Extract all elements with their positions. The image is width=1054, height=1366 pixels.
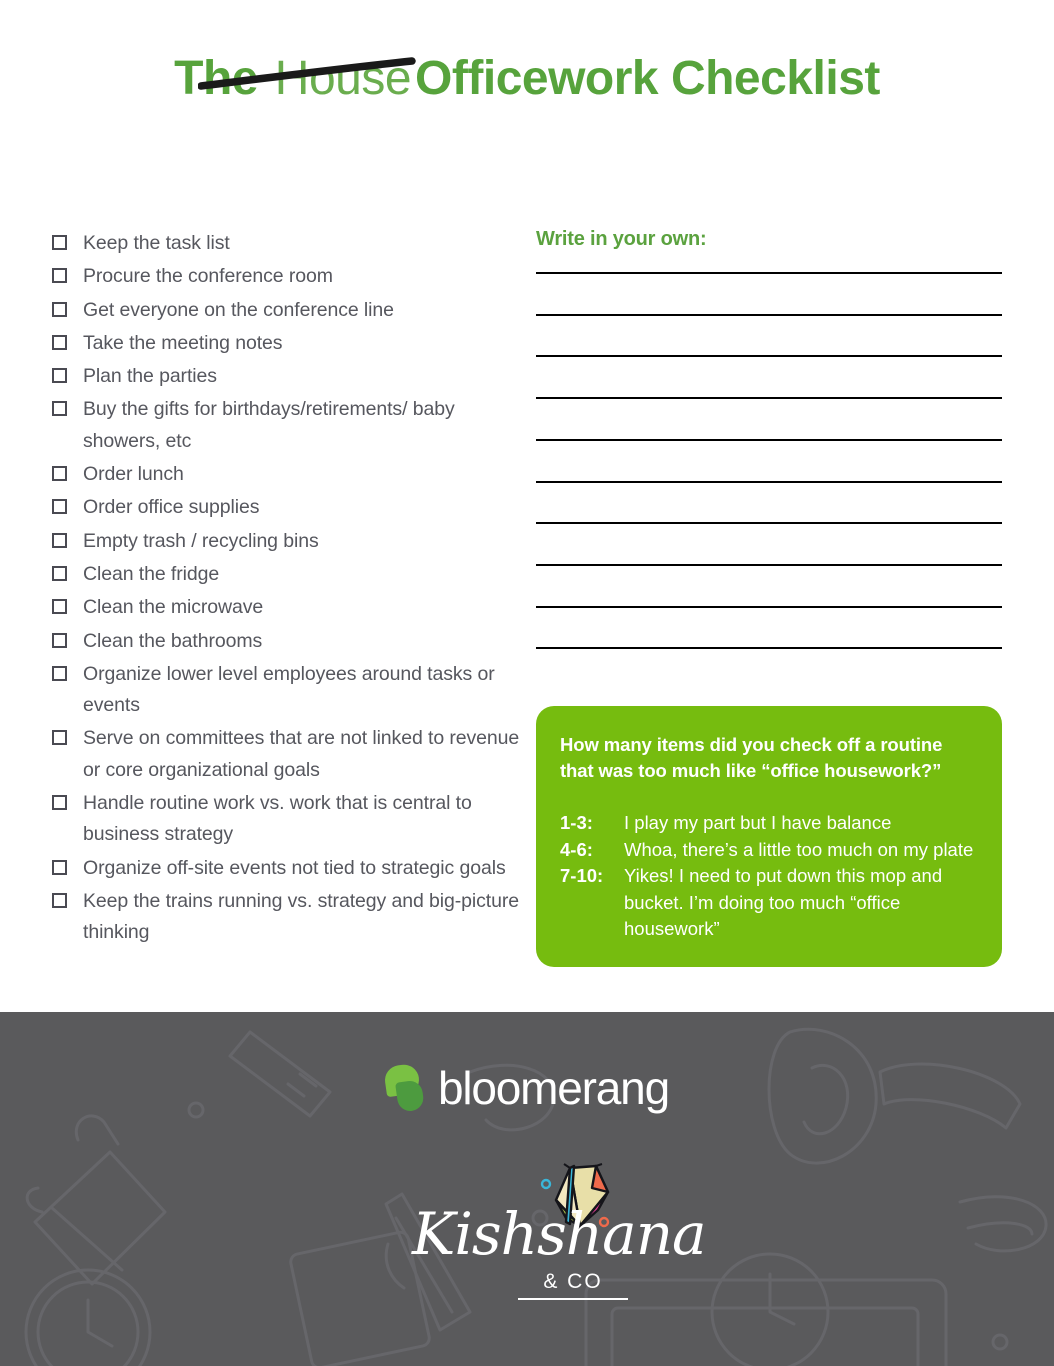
kishshana-logo: Kishshana & CO — [0, 1162, 1054, 1307]
score-range: 4-6: — [560, 838, 593, 860]
checklist-item-label: Empty trash / recycling bins — [83, 529, 319, 552]
main-content: Keep the task list Procure the conference… — [0, 228, 1054, 988]
checkbox-icon[interactable] — [52, 795, 67, 811]
checklist: Keep the task list Procure the conference… — [52, 228, 522, 951]
checklist-item[interactable]: Plan the parties — [52, 361, 522, 392]
checklist-item[interactable]: Handle routine work vs. work that is cen… — [52, 788, 522, 851]
checklist-item[interactable]: Keep the task list — [52, 228, 522, 259]
checklist-item-label: Order lunch — [83, 463, 184, 486]
title-prefix: The — [174, 52, 271, 105]
checklist-item-label: Organize off-site events not tied to str… — [83, 856, 506, 879]
page-title: The HouseOfficework Checklist — [174, 48, 880, 110]
checklist-item-label: Keep the task list — [83, 232, 230, 254]
checklist-item-label: Clean the fridge — [83, 562, 220, 585]
checklist-item-label: Get everyone on the conference line — [83, 298, 394, 321]
page-header: The HouseOfficework Checklist — [0, 48, 1054, 110]
kishshana-script: Kishshana — [412, 1200, 707, 1268]
checkbox-icon[interactable] — [52, 599, 67, 615]
checklist-item[interactable]: Organize off-site events not tied to str… — [52, 853, 522, 884]
write-in-line[interactable] — [536, 355, 1002, 358]
checkbox-icon[interactable] — [52, 632, 67, 648]
write-in-line[interactable] — [536, 563, 1002, 566]
checklist-item[interactable]: Organize lower level employees around ta… — [52, 659, 522, 722]
write-in-line[interactable] — [536, 438, 1002, 441]
checklist-item[interactable]: Keep the trains running vs. strategy and… — [52, 886, 522, 949]
write-in-line[interactable] — [536, 605, 1002, 608]
score-text: Yikes! I need to put down this mop and b… — [624, 865, 943, 939]
checkbox-icon[interactable] — [52, 859, 67, 875]
checklist-item-label: Handle routine work vs. work that is cen… — [83, 792, 472, 846]
checklist-item-label: Serve on committees that are not linked … — [83, 727, 520, 781]
kishshana-underline — [518, 1298, 628, 1300]
checklist-item[interactable]: Clean the bathrooms — [52, 626, 522, 657]
checkbox-icon[interactable] — [52, 892, 67, 908]
checkbox-icon[interactable] — [52, 532, 67, 548]
checklist-item[interactable]: Serve on committees that are not linked … — [52, 723, 522, 786]
bloomerang-logo: bloomerang — [0, 1062, 1054, 1114]
callout-question: How many items did you check off a routi… — [560, 734, 943, 781]
checkbox-icon[interactable] — [52, 565, 67, 581]
write-in-line[interactable] — [536, 480, 1002, 483]
checklist-item-label: Buy the gifts for birthdays/retirements/… — [83, 398, 455, 452]
checklist-item-label: Procure the conference room — [83, 265, 333, 288]
bloomerang-leaf-logo-icon — [383, 1062, 425, 1113]
checklist-item-label: Take the meeting notes — [83, 331, 283, 354]
checkbox-icon[interactable] — [52, 401, 67, 417]
checklist-item-label: Clean the bathrooms — [83, 629, 263, 652]
checkbox-icon[interactable] — [52, 368, 67, 384]
title-struck-word: House — [274, 52, 412, 105]
score-row: 7-10: Yikes! I need to put down this mop … — [560, 863, 978, 943]
checklist-item[interactable]: Clean the microwave — [52, 592, 522, 623]
checklist-item[interactable]: Get everyone on the conference line — [52, 295, 522, 326]
write-in-line[interactable] — [536, 397, 1002, 400]
write-in-line[interactable] — [536, 647, 1002, 650]
checklist-item-label: Clean the microwave — [83, 596, 264, 619]
score-text: Whoa, there’s a little too much on my pl… — [624, 838, 974, 860]
title-rest: Officework Checklist — [415, 52, 880, 105]
write-in-line[interactable] — [536, 272, 1002, 274]
checklist-item[interactable]: Order office supplies — [52, 492, 522, 523]
checklist-item[interactable]: Empty trash / recycling bins — [52, 526, 522, 557]
checklist-item[interactable]: Procure the conference room — [52, 261, 522, 292]
checklist-item[interactable]: Clean the fridge — [52, 559, 522, 590]
checklist-item-label: Order office supplies — [83, 496, 260, 519]
checkbox-icon[interactable] — [52, 235, 67, 250]
score-range: 7-10: — [560, 865, 604, 886]
write-in-heading: Write in your own: — [536, 228, 707, 250]
score-callout: How many items did you check off a routi… — [536, 706, 1002, 967]
checkbox-icon[interactable] — [52, 334, 67, 350]
score-row: 4-6: Whoa, there’s a little too much on m… — [560, 837, 978, 864]
checkbox-icon[interactable] — [52, 301, 67, 317]
checkbox-icon[interactable] — [52, 730, 67, 746]
score-range: 1-3: — [560, 812, 593, 833]
checklist-item-label: Plan the parties — [83, 365, 217, 388]
bloomerang-wordmark: bloomerang — [438, 1062, 670, 1114]
write-in-line[interactable] — [536, 522, 1002, 525]
write-in-lines[interactable] — [536, 272, 1002, 658]
checklist-item-label: Keep the trains running vs. strategy and… — [83, 889, 519, 944]
checkbox-icon[interactable] — [52, 466, 67, 482]
write-in-section: Write in your own: — [536, 228, 1002, 658]
score-row: 1-3: I play my part but I have balance — [560, 810, 978, 837]
checklist-item[interactable]: Take the meeting notes — [52, 328, 522, 359]
checkbox-icon[interactable] — [52, 665, 67, 681]
checklist-item[interactable]: Order lunch — [52, 459, 522, 490]
score-text: I play my part but I have balance — [624, 812, 892, 833]
footer: bloomerang Kishshana & CO — [0, 1012, 1054, 1366]
score-list: 1-3: I play my part but I have balance 4-6… — [560, 810, 978, 943]
checklist-item[interactable]: Buy the gifts for birthdays/retirements/… — [52, 394, 522, 457]
checkbox-icon[interactable] — [52, 499, 67, 515]
checklist-item-label: Organize lower level employees around ta… — [83, 662, 495, 717]
checkbox-icon[interactable] — [52, 268, 67, 284]
kishshana-suffix: & CO — [543, 1270, 603, 1293]
write-in-line[interactable] — [536, 313, 1002, 316]
